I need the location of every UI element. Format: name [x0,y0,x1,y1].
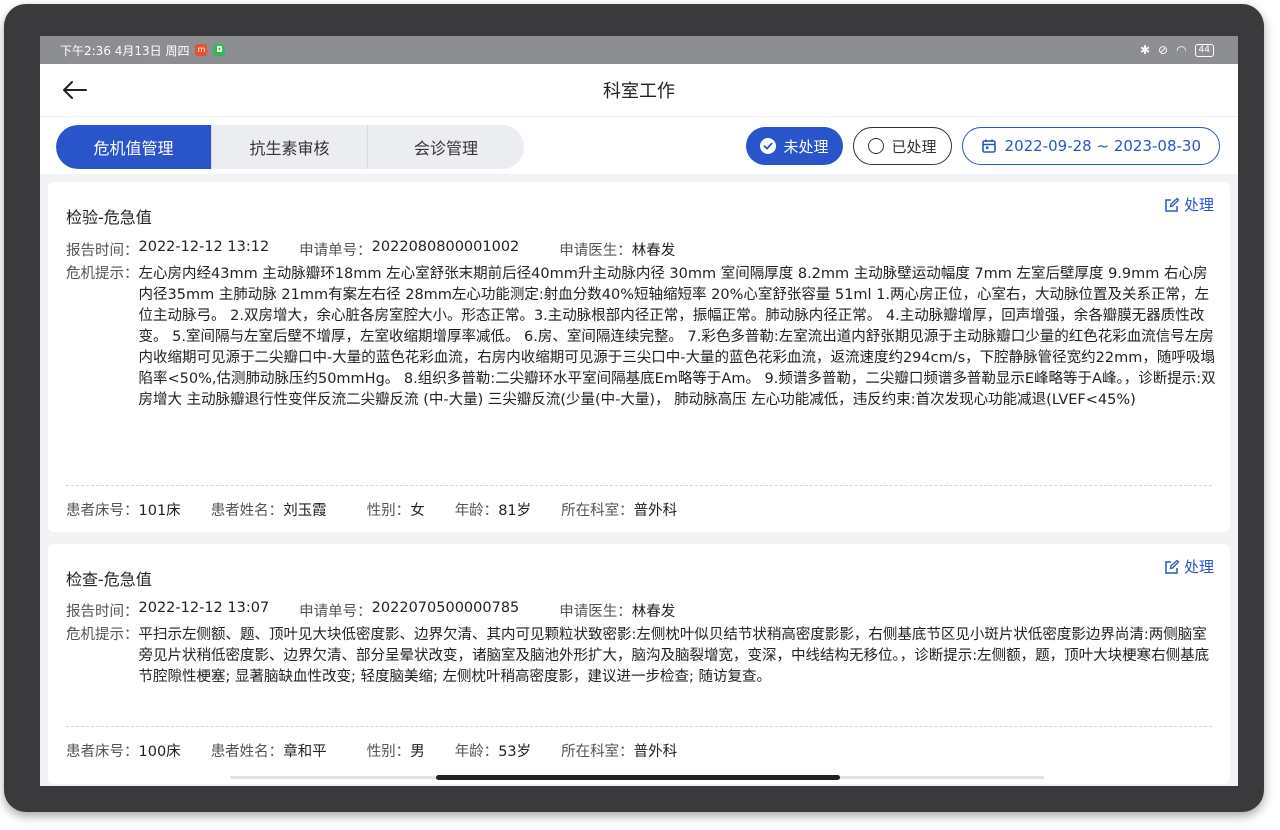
home-indicator[interactable] [436,775,840,780]
divider [66,726,1212,727]
department-label: 所在科室： [561,744,634,760]
department-value: 普外科 [633,744,678,760]
calendar-icon [981,139,996,153]
tab-consultation[interactable]: 会诊管理 [368,125,524,169]
patient-name-value: 刘玉霞 [283,503,327,519]
app-icon: ◘ [213,44,226,56]
mute-icon: ⊘ [1158,43,1169,57]
patient-info: 患者床号： 100床 患者姓名： 章和平 性别： 男 年龄： 53岁 所在科室：… [66,740,677,761]
back-button[interactable] [60,76,90,104]
department-value: 普外科 [633,503,678,519]
date-range-picker[interactable]: 2022-09-28 ~ 2023-08-30 [961,127,1220,165]
edit-icon [1165,559,1180,574]
critical-hint-label: 危机提示： [66,266,139,282]
gender-value: 男 [410,744,425,760]
status-bar: 下午2:36 4月13日 周四 m ◘ ✱ ⊘ ◠ 44 [40,36,1238,64]
device-bezel: 下午2:36 4月13日 周四 m ◘ ✱ ⊘ ◠ 44 科室工作 危机值管理 [4,4,1264,812]
report-meta: 报告时间： 2022-12-12 13:12 申请单号： 20220808000… [66,239,675,260]
bed-value: 100床 [138,744,181,760]
patient-info: 患者床号： 101床 患者姓名： 刘玉霞 性别： 女 年龄： 81岁 所在科室：… [66,499,677,520]
wifi-icon: ◠ [1176,43,1187,57]
age-label: 年龄： [454,744,499,760]
request-doctor-label: 申请医生： [559,604,632,620]
bluetooth-icon: ✱ [1139,43,1150,57]
critical-hint-text: 平扫示左侧额、题、顶叶见大块低密度影、边界欠清、其内可见颗粒状致密影:左侧枕叶似… [138,627,1210,685]
age-label: 年龄： [454,503,499,519]
card-title: 检查-危急值 [66,570,152,589]
critical-hint-label: 危机提示： [66,627,139,643]
tab-antibiotic-review[interactable]: 抗生素审核 [212,125,368,169]
battery-icon: 44 [1194,43,1214,57]
critical-value-card: 检验-危急值 处理 报告时间： 2022-12-12 13:12 申请单号： 2… [48,182,1230,532]
patient-name-label: 患者姓名： [210,744,284,760]
report-time-label: 报告时间： [66,604,139,620]
report-time-value: 2022-12-12 13:12 [138,239,270,255]
page-title: 科室工作 [603,81,675,102]
divider [66,485,1212,486]
filter-processed[interactable]: 已处理 [852,127,952,165]
report-time-value: 2022-12-12 13:07 [138,600,270,616]
patient-name-value: 章和平 [283,744,327,760]
tab-critical-value[interactable]: 危机值管理 [56,125,212,169]
handle-button[interactable]: 处理 [1164,556,1214,577]
department-label: 所在科室： [561,503,634,519]
handle-button[interactable]: 处理 [1164,194,1214,215]
handle-label: 处理 [1183,558,1214,576]
radio-empty-icon [867,138,884,154]
critical-value-card: 检查-危急值 处理 报告时间： 2022-12-12 13:07 申请单号： 2… [48,544,1230,784]
bed-value: 101床 [138,503,181,519]
screen: 下午2:36 4月13日 周四 m ◘ ✱ ⊘ ◠ 44 科室工作 危机值管理 [40,36,1238,786]
bed-label: 患者床号： [66,503,139,519]
card-title: 检验-危急值 [66,208,152,227]
critical-hint-text: 左心房内经43mm 主动脉瓣环18mm 左心室舒张末期前后径40mm升主动脉内径… [138,266,1216,408]
mi-app-icon: m [195,44,208,56]
critical-hint: 危机提示： 左心房内经43mm 主动脉瓣环18mm 左心室舒张末期前后径40mm… [66,264,1216,411]
toolbar: 危机值管理 抗生素审核 会诊管理 未处理 已处理 2022-09-28 ~ 20… [40,116,1238,174]
app-header: 科室工作 [40,64,1238,116]
gender-label: 性别： [366,503,411,519]
edit-icon [1165,197,1180,212]
date-range-label: 2022-09-28 ~ 2023-08-30 [1004,137,1201,155]
critical-hint: 危机提示： 平扫示左侧额、题、顶叶见大块低密度影、边界欠清、其内可见颗粒状致密影… [66,625,1216,688]
patient-name-label: 患者姓名： [210,503,284,519]
check-circle-icon [759,138,776,154]
request-doctor-label: 申请医生： [559,243,632,259]
age-value: 53岁 [498,744,532,760]
request-no-label: 申请单号： [299,604,372,620]
bed-label: 患者床号： [66,744,139,760]
arrow-left-icon [63,81,87,99]
filter-group: 未处理 已处理 2022-09-28 ~ 2023-08-30 [745,127,1220,165]
status-time: 下午2:36 4月13日 周四 [60,43,190,58]
filter-unprocessed[interactable]: 未处理 [745,127,843,165]
request-no-value: 2022080800001002 [371,239,520,255]
tab-group: 危机值管理 抗生素审核 会诊管理 [56,125,524,169]
request-doctor-value: 林春发 [631,604,676,620]
report-time-label: 报告时间： [66,243,139,259]
request-no-label: 申请单号： [299,243,372,259]
request-no-value: 2022070500000785 [371,600,520,616]
filter-unprocessed-label: 未处理 [783,137,829,156]
handle-label: 处理 [1183,196,1214,214]
filter-processed-label: 已处理 [891,137,937,156]
gender-value: 女 [410,503,425,519]
request-doctor-value: 林春发 [631,243,676,259]
report-meta: 报告时间： 2022-12-12 13:07 申请单号： 20220705000… [66,600,675,621]
age-value: 81岁 [498,503,532,519]
gender-label: 性别： [366,744,411,760]
